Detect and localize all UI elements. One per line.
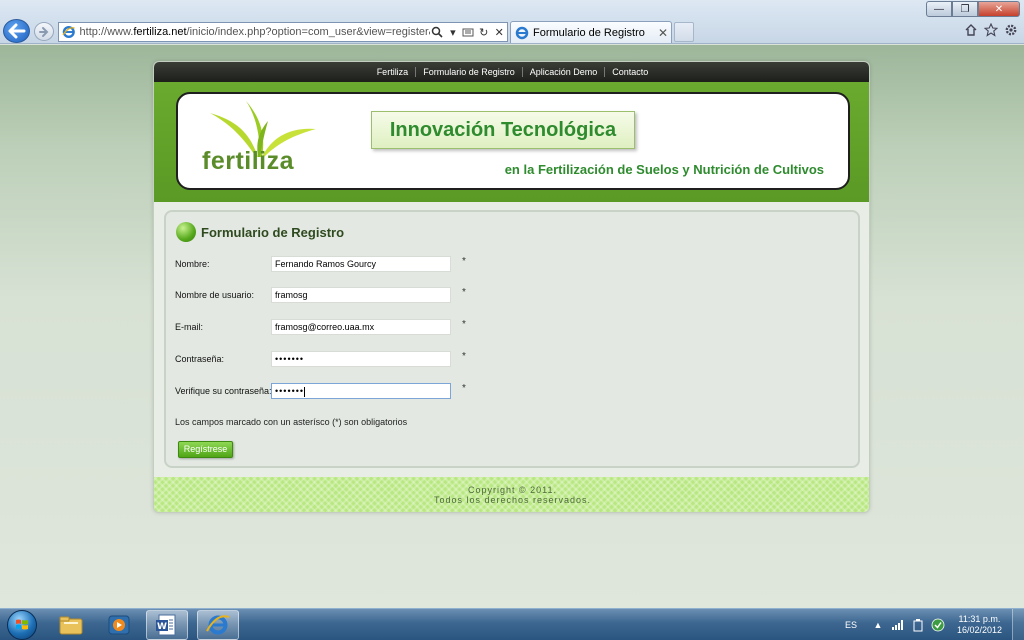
verificar-value: ••••••• [275,386,305,396]
required-asterisk: * [462,383,466,394]
tagline-box: Innovación Tecnológica [371,111,635,149]
dropdown-arrow-icon[interactable]: ▾ [445,24,460,40]
browser-toolbar [964,22,1018,38]
maximize-button[interactable]: ❐ [952,1,978,17]
contrasena-label: Contraseña: [175,354,225,364]
text-caret [304,386,306,397]
clock[interactable]: 11:31 p.m. 16/02/2012 [957,614,1002,636]
usuario-input[interactable]: framosg [271,287,451,303]
nombre-label: Nombre: [175,259,210,269]
header-banner: fertiliza Innovación Tecnológica en la F… [176,92,850,190]
clock-date: 16/02/2012 [956,625,1002,635]
search-icon[interactable] [430,24,445,40]
usuario-label: Nombre de usuario: [175,290,255,300]
start-button[interactable] [2,609,42,640]
gear-icon[interactable] [1004,22,1018,38]
header-band: fertiliza Innovación Tecnológica en la F… [154,82,869,202]
svg-text:W: W [157,622,167,632]
folder-icon [59,616,83,635]
internet-explorer-icon [206,615,230,635]
field-row-verificar: Verifique su contraseña: ••••••• * [175,383,675,401]
power-icon[interactable] [911,618,925,632]
field-row-nombre: Nombre: Fernando Ramos Gourcy * [175,256,675,274]
required-asterisk: * [462,287,466,298]
address-bar[interactable]: http://www.fertiliza.net/inicio/index.ph… [58,22,508,42]
ie-tab-icon [515,26,529,39]
forward-button[interactable] [34,22,54,41]
fertiliza-logo[interactable]: fertiliza [198,99,318,187]
contrasena-input[interactable]: ••••••• [271,351,451,367]
windows-logo-icon [7,610,37,640]
clock-time: 11:31 p.m. [958,614,1001,624]
show-desktop-button[interactable] [1012,609,1024,640]
show-hidden-icons-icon[interactable]: ▲ [871,618,885,632]
taskbar-word-button[interactable]: W [146,610,188,640]
taskbar-explorer-button[interactable] [50,610,92,640]
nav-link-fertiliza[interactable]: Fertiliza [370,67,417,77]
taskbar-internet-explorer-button[interactable] [197,610,239,640]
taskbar-media-player-button[interactable] [98,610,140,640]
site-footer: Copyright © 2011. Todos los derechos res… [154,477,869,512]
field-row-contrasena: Contraseña: ••••••• * [175,351,675,369]
browser-chrome: — ❐ ✕ http://www.fertiliza.net/inicio/in… [0,0,1024,44]
tab-title: Formulario de Registro [533,26,645,39]
refresh-icon[interactable]: ↻ [476,24,491,40]
system-tray: ES ▲ 11:31 p.m. 16/02/2012 [845,609,1024,640]
logo-text: fertiliza [202,147,295,175]
page-viewport: Fertiliza Formulario de Registro Aplicac… [0,45,1024,608]
top-navigation: Fertiliza Formulario de Registro Aplicac… [154,62,869,82]
language-indicator[interactable]: ES [845,620,857,630]
tab-close-icon[interactable]: ✕ [655,26,671,40]
tagline-main: Innovación Tecnológica [389,118,617,141]
tagline-sub: en la Fertilización de Suelos y Nutrició… [504,162,824,177]
required-fields-note: Los campos marcado con un asterísco (*) … [175,417,408,427]
security-center-icon[interactable] [931,618,945,632]
home-icon[interactable] [964,22,978,38]
url-text[interactable]: http://www.fertiliza.net/inicio/index.ph… [80,26,430,38]
rights-text: Todos los derechos reservados. [433,495,592,505]
site-container: Fertiliza Formulario de Registro Aplicac… [153,61,870,513]
form-heading: Formulario de Registro [176,222,344,242]
taskbar: W ES ▲ 11:31 p.m. 16/02/2012 [0,608,1024,640]
nombre-input[interactable]: Fernando Ramos Gourcy [271,256,451,272]
arrow-right-icon [39,27,49,37]
page-title: Formulario de Registro [201,224,345,240]
media-player-icon [108,615,130,635]
new-tab-button[interactable] [674,22,694,42]
arrow-left-icon [8,23,26,39]
field-row-email: E-mail: framosg@correo.uaa.mx * [175,319,675,337]
verificar-label: Verifique su contraseña: [175,386,272,396]
compatibility-view-icon[interactable] [461,24,476,40]
copyright-text: Copyright © 2011. [467,485,557,495]
field-row-usuario: Nombre de usuario: framosg * [175,287,675,305]
required-asterisk: * [462,256,466,267]
registration-form-panel: Formulario de Registro Nombre: Fernando … [164,210,860,468]
ie-page-icon [62,25,75,39]
required-asterisk: * [462,319,466,330]
stop-icon[interactable]: ✕ [492,24,507,40]
nav-link-contacto[interactable]: Contacto [605,67,655,77]
url-prefix: http://www. [79,26,134,38]
verificar-contrasena-input[interactable]: ••••••• [271,383,451,399]
url-path: /inicio/index.php?option=com_user&view=r… [186,26,430,38]
favorites-star-icon[interactable] [984,22,998,38]
word-icon: W [156,614,176,636]
minimize-button[interactable]: — [926,1,952,17]
nav-link-formulario-de-registro[interactable]: Formulario de Registro [416,67,523,77]
nav-link-aplicacion-demo[interactable]: Aplicación Demo [523,67,606,77]
register-button[interactable]: Regístrese [178,441,233,458]
green-ball-icon [176,222,196,242]
required-asterisk: * [462,351,466,362]
network-signal-icon[interactable] [891,618,905,632]
email-label: E-mail: [175,322,204,332]
back-button[interactable] [3,19,30,43]
close-window-button[interactable]: ✕ [978,1,1020,17]
url-domain: fertiliza.net [133,26,187,38]
email-input[interactable]: framosg@correo.uaa.mx [271,319,451,335]
window-controls: — ❐ ✕ [926,1,1020,17]
tab-formulario-de-registro[interactable]: Formulario de Registro ✕ [510,21,672,43]
